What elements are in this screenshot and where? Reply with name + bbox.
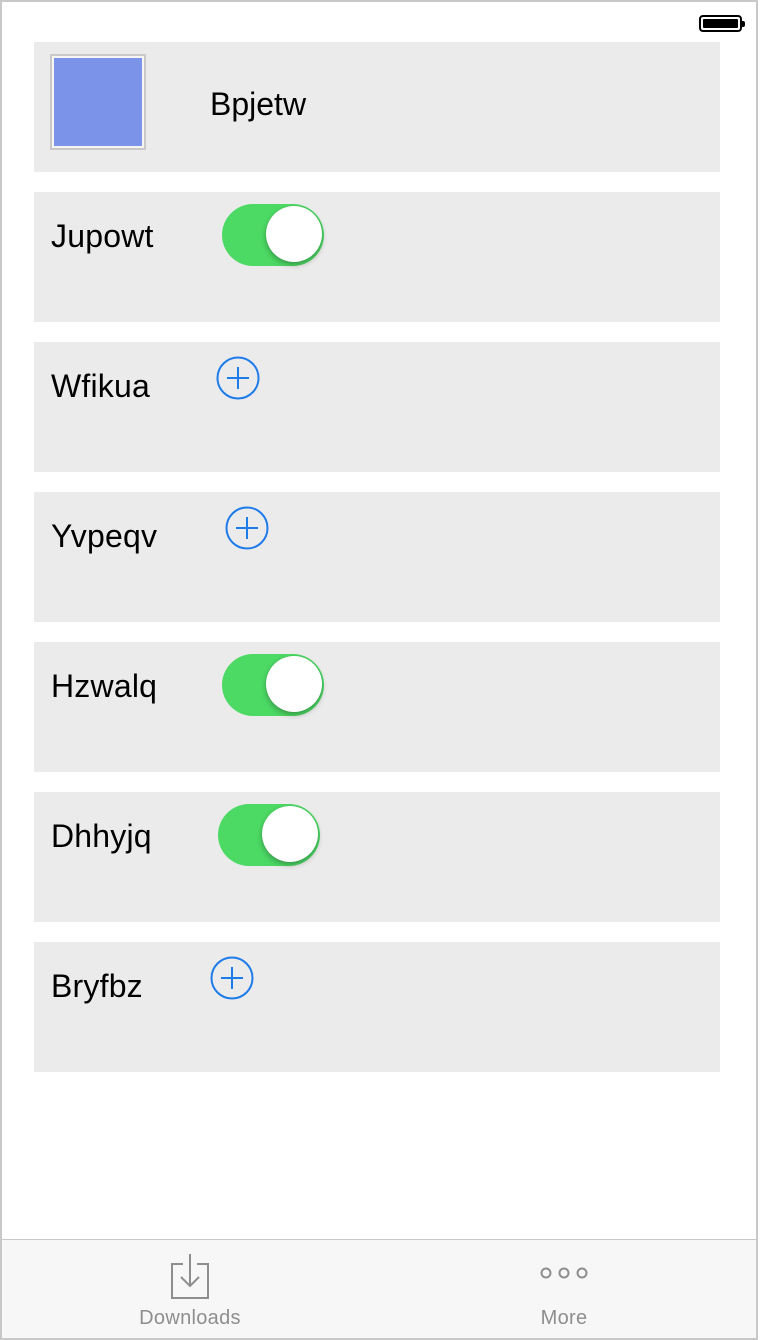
toggle-knob xyxy=(266,656,322,712)
toggle-knob xyxy=(266,206,322,262)
tab-bar: Downloads More xyxy=(2,1239,756,1338)
toggle-switch[interactable] xyxy=(222,204,324,266)
list-item: Hzwalq xyxy=(34,642,720,772)
toggle-switch[interactable] xyxy=(222,654,324,716)
plus-circle-icon[interactable] xyxy=(216,356,260,400)
row-label: Bryfbz xyxy=(51,968,143,1004)
list-item: Jupowt xyxy=(34,192,720,322)
list-item-thumbnail-row[interactable]: Bpjetw xyxy=(34,42,720,172)
battery-icon xyxy=(699,15,745,32)
list-item: Yvpeqv xyxy=(34,492,720,622)
toggle-knob xyxy=(262,806,318,862)
list-item: Dhhyjq xyxy=(34,792,720,922)
list-item: Bryfbz xyxy=(34,942,720,1072)
plus-circle-icon[interactable] xyxy=(225,506,269,550)
row-label: Dhhyjq xyxy=(51,818,152,854)
row-label: Wfikua xyxy=(51,368,150,404)
tab-downloads[interactable]: Downloads xyxy=(100,1240,280,1338)
app-screen: Bpjetw Jupowt Wfikua Yvpeqv Hzwalq Dhhyj… xyxy=(0,0,758,1340)
row-label: Yvpeqv xyxy=(51,518,158,554)
list-item: Wfikua xyxy=(34,342,720,472)
row-label: Bpjetw xyxy=(210,86,307,122)
row-label: Jupowt xyxy=(51,218,154,254)
more-icon xyxy=(540,1267,588,1279)
tab-label: Downloads xyxy=(139,1307,241,1329)
status-bar xyxy=(2,2,756,42)
thumbnail-swatch xyxy=(54,58,142,146)
toggle-switch[interactable] xyxy=(218,804,320,866)
image-thumbnail[interactable] xyxy=(50,54,146,150)
tab-more[interactable]: More xyxy=(474,1240,654,1338)
download-icon xyxy=(171,1254,209,1299)
tab-label: More xyxy=(540,1307,588,1329)
row-label: Hzwalq xyxy=(51,668,158,704)
plus-circle-icon[interactable] xyxy=(210,956,254,1000)
